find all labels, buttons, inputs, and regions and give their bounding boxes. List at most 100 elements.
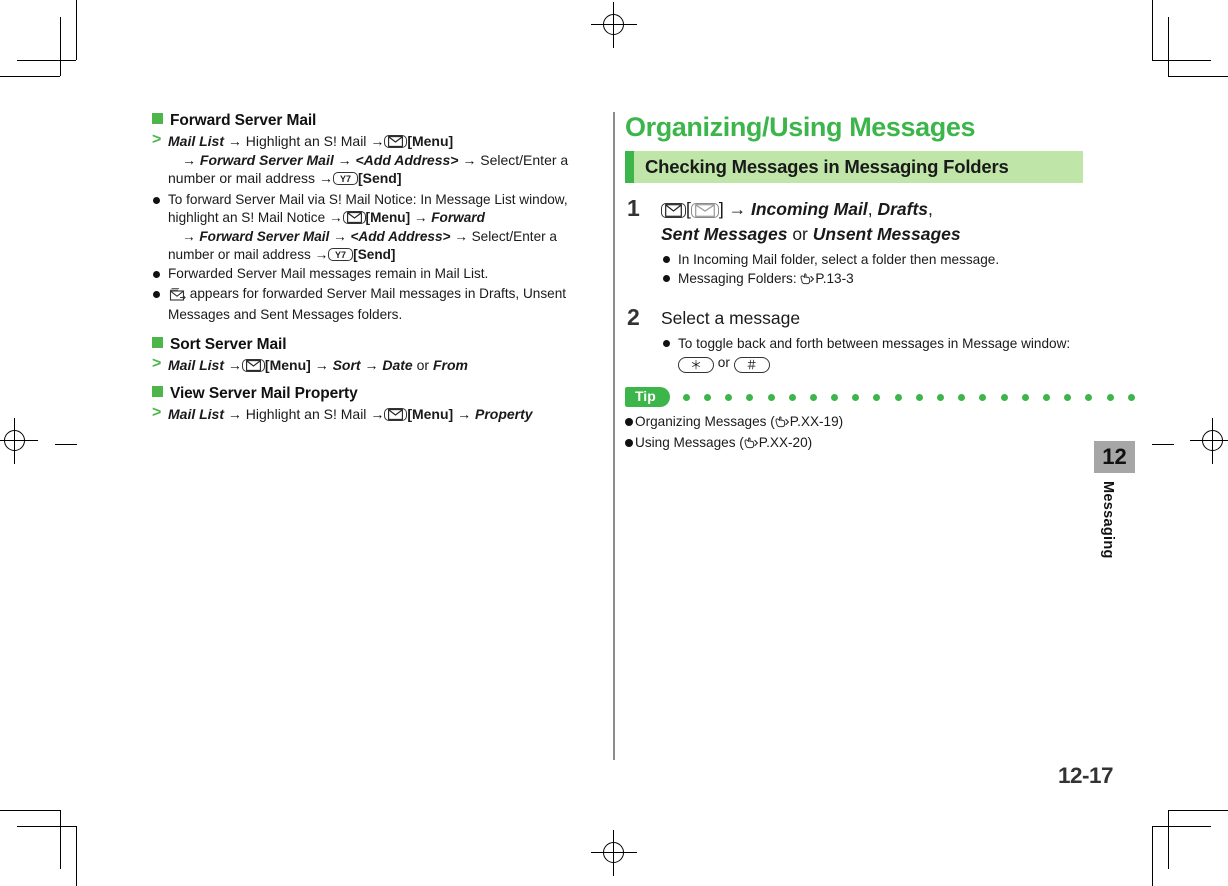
tip-item-2-ref: P.XX-20 [758,435,808,450]
operation-steps-sort: > Mail List → [Menu] → Sort → Date or Fro… [152,355,576,375]
arrow-glyph: → [314,356,329,373]
note-number-or-mail: number or mail address [168,247,311,262]
section-heading-label: View Server Mail Property [170,385,358,403]
note-text-line2: highlight an S! Mail Notice [168,210,326,226]
note-bullet-forward-notice: To forward Server Mail via S! Mail Notic… [152,191,576,265]
tip-rule-dot [979,393,987,401]
op-property: Property [474,406,533,423]
svg-text:Y7: Y7 [335,250,346,260]
step-1-bullet-1: In Incoming Mail folder, select a folder… [661,250,1083,269]
green-square-icon [152,336,163,348]
chapter-label: Messaging [1100,481,1116,559]
note-text-line1: To forward Server Mail via S! Mail Notic… [168,191,568,207]
page-reference-icon [744,435,759,454]
page-number: 12-17 [1058,763,1114,788]
bullet-dot-icon [153,271,160,279]
bullet-dot-icon [153,290,160,298]
note-send-label: [Send] [353,247,396,262]
section-banner: Checking Messages in Messaging Folders [625,151,1083,183]
arrow-glyph: → [314,247,329,262]
tip-rule-dot [915,393,923,401]
tip-item-1-ref: P.XX-19 [789,414,839,429]
step-number: 1 [627,195,640,221]
tip-rule-dot [682,393,690,401]
op-date: Date [382,356,413,373]
arrow-glyph: → [227,356,242,373]
tip-badge: Tip [625,387,670,407]
tip-rule-dot [1127,393,1135,401]
arrow-glyph: → [454,228,468,244]
step-1-bullet-2-text: Messaging Folders: [678,271,797,286]
arrow-glyph: → [328,210,343,226]
green-square-icon [152,386,163,398]
tip-rule-dot [831,393,839,401]
step-2-title: Select a message [661,308,801,328]
step-1-bullet-2: Messaging Folders: P.13-3 [661,269,1083,290]
op-or: or [416,356,430,373]
tip-header: Tip [625,387,1135,407]
tip-item-2-text: Using Messages ( [635,435,744,450]
bullet-dot-icon [663,256,670,263]
tip-item-1: Organizing Messages ( P.XX-19) [625,412,1083,433]
section-heading-forward-server-mail: Forward Server Mail [152,112,576,130]
step-number: 2 [627,304,640,330]
operation-steps-property: > Mail List → Highlight an S! Mail → [Men… [152,404,576,424]
bullet-dot-icon [663,275,670,282]
step-2-bullet-1-text: To toggle back and forth between message… [678,336,1071,351]
comma: , [867,199,873,219]
page-title: Organizing/Using Messages [625,112,976,142]
green-square-icon [152,113,163,124]
comma: , [928,199,933,219]
tip-rule-dot [788,393,796,401]
column-divider [613,112,615,760]
tip-rule-dot [1000,393,1008,401]
step-1-bullet-1-text: In Incoming Mail folder, select a folder… [678,252,1000,267]
note-bullet-remain: Forwarded Server Mail messages remain in… [152,265,576,283]
arrow-glyph: → [182,151,196,168]
bullet-dot-icon [663,340,670,347]
banner-accent-bar [625,151,634,183]
bracket-close: ] [718,199,724,219]
tip-rule-dot [1021,393,1029,401]
note-forward-label: Forward [431,210,485,226]
arrow-glyph: → [364,356,379,373]
step-1-drafts: Drafts [877,199,929,219]
bullet-dot-icon [153,196,160,204]
hash-key-icon: ＃ [733,357,770,373]
op-highlight-smail: Highlight an S! Mail [245,133,367,149]
send-key-icon: Y7 [332,172,358,186]
tip-item-2-close: ) [807,435,813,450]
tip-item-2: Using Messages ( P.XX-20) [625,433,1083,454]
arrow-glyph: → [728,199,747,219]
step-1-title: [] → Incoming Mail, Drafts, Sent Message… [661,197,1083,247]
note-bullet-forward-icon: appears for forwarded Server Mail messag… [152,285,576,325]
operation-marker-icon: > [152,404,162,422]
menu-key-icon [384,135,408,148]
op-menu-label: [Menu] [407,406,454,423]
op-menu-label: [Menu] [407,133,454,149]
tip-item-1-text: Organizing Messages ( [635,414,775,429]
section-heading-label: Sort Server Mail [170,335,287,353]
tip-rule-dot [1085,393,1093,401]
operation-steps-forward: > Mail List → Highlight an S! Mail → [Men… [152,131,576,188]
tip-rule-dot [725,393,733,401]
left-column: Forward Server Mail > Mail List → Highli… [152,112,576,427]
note-select-enter: Select/Enter a [471,228,557,244]
tip-item-1-close: ) [838,414,844,429]
tip-rule-dot [703,393,711,401]
op-mail-list: Mail List [168,406,225,423]
tip-rule-dot [746,393,754,401]
step-1-incoming-mail: Incoming Mail [751,199,868,219]
section-heading-view-property: View Server Mail Property [152,385,576,403]
op-mail-list: Mail List [168,356,225,373]
step-2-or: or [717,355,730,370]
note-text-icon-line2: Messages and Sent Messages folders. [168,307,403,323]
op-mail-list: Mail List [168,133,225,149]
arrow-glyph: → [182,228,196,244]
banner-title: Checking Messages in Messaging Folders [645,156,1009,177]
note-text-remain: Forwarded Server Mail messages remain in… [168,266,489,282]
step-1-sent-messages: Sent Messages [661,224,788,244]
note-menu-label: [Menu] [365,210,411,226]
menu-key-icon [342,211,366,225]
op-forward-server-mail: Forward Server Mail [199,151,334,168]
